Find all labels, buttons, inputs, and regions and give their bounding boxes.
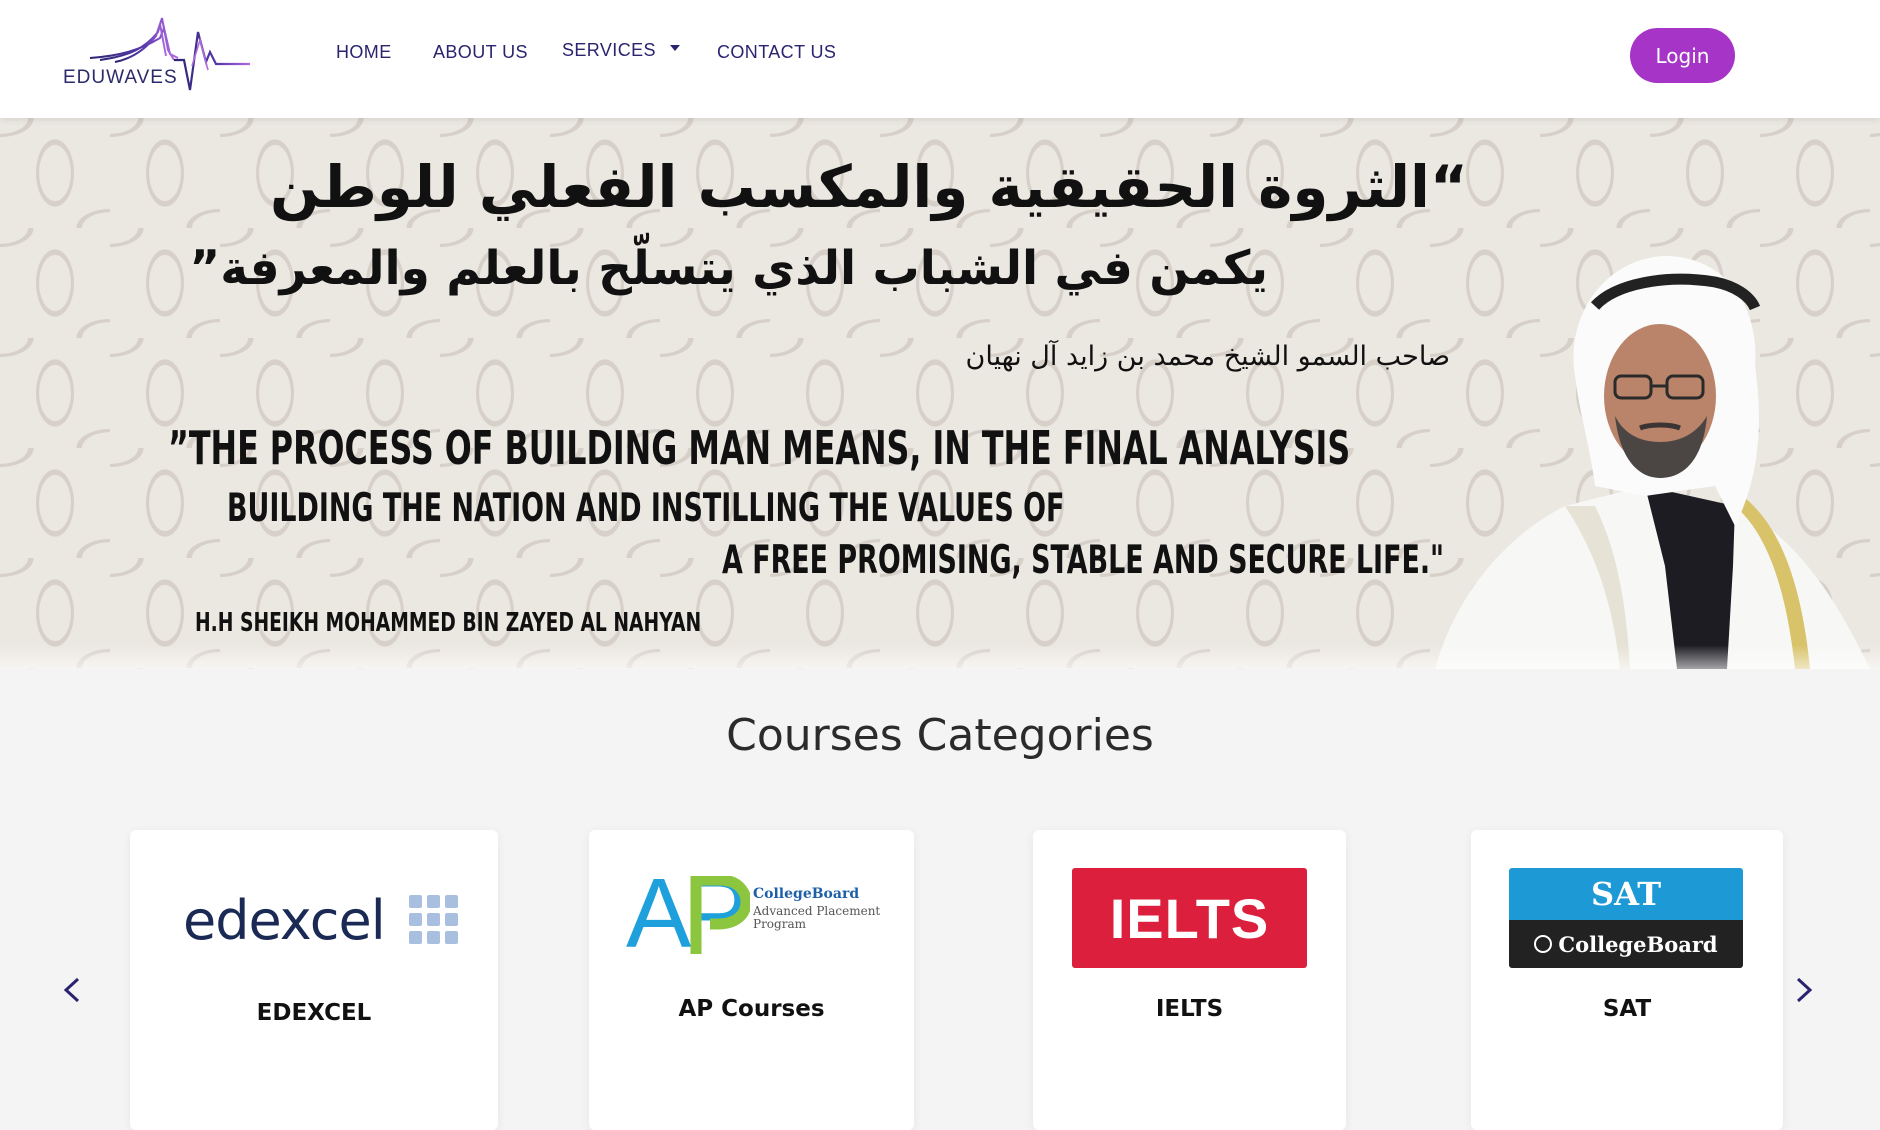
portrait-image <box>1435 256 1870 669</box>
ap-logo-subtitle: Advanced Placement Program <box>753 905 880 931</box>
hero-banner: “الثروة الحقيقية والمكسب الفعلي للوطن يك… <box>0 118 1880 669</box>
course-card-label: SAT <box>1602 996 1652 1022</box>
ielts-logo: IELTS <box>1072 868 1307 968</box>
nav-services-label: SERVICES <box>562 40 656 60</box>
eduwaves-logo[interactable]: EDUWAVES <box>60 10 255 98</box>
ap-logo-collegeboard: CollegeBoard <box>753 886 860 902</box>
logo-text: EDUWAVES <box>63 67 178 88</box>
nav-home[interactable]: HOME <box>336 42 392 63</box>
hero-english-quote-line1: ”THE PROCESS OF BUILDING MAN MEANS, IN T… <box>168 421 1351 475</box>
collegeboard-acorn-icon <box>1534 935 1553 953</box>
course-card-label: AP Courses <box>678 996 825 1022</box>
hero-arabic-attribution: صاحب السمو الشيخ محمد بن زايد آل نهيان <box>965 341 1450 372</box>
top-navbar: EDUWAVES HOME ABOUT US SERVICES CONTACT … <box>0 0 1880 118</box>
course-card-label: EDEXCEL <box>256 1000 372 1026</box>
chevron-right-icon[interactable] <box>1792 975 1816 1005</box>
nav-services[interactable]: SERVICES <box>562 40 680 61</box>
edexcel-logo-grid-icon <box>409 895 458 944</box>
hero-bottom-fade <box>0 645 1880 669</box>
ap-logo-subtitle-line2: Program <box>753 917 806 931</box>
hero-english-attribution: H.H SHEIKH MOHAMMED BIN ZAYED AL NAHYAN <box>195 608 702 638</box>
course-card-label: IELTS <box>1155 996 1224 1022</box>
nav-contact-us[interactable]: CONTACT US <box>717 42 836 63</box>
chevron-left-icon[interactable] <box>60 975 84 1005</box>
sat-logo-top: SAT <box>1509 868 1743 920</box>
ap-logo-p-overlay <box>690 876 750 954</box>
caret-down-icon <box>669 45 680 52</box>
nav-about-us[interactable]: ABOUT US <box>433 42 528 63</box>
hero-arabic-quote-line2: يكمن في الشباب الذي يتسلّح بالعلم والمعر… <box>189 241 1268 296</box>
course-card-edexcel[interactable]: EDEXCEL <box>130 830 498 1130</box>
hero-english-quote-line3: A FREE PROMISING, STABLE AND SECURE LIFE… <box>722 538 1445 583</box>
courses-section-title: Courses Categories <box>726 710 1154 761</box>
edexcel-logo-text: edexcel <box>183 889 386 952</box>
hero-english-quote-line2: BUILDING THE NATION AND INSTILLING THE V… <box>227 486 1065 531</box>
login-button[interactable]: Login <box>1630 28 1735 83</box>
sat-logo-bottom: CollegeBoard <box>1509 920 1743 968</box>
sat-logo-collegeboard: CollegeBoard <box>1558 931 1718 957</box>
hero-arabic-quote-line1: “الثروة الحقيقية والمكسب الفعلي للوطن <box>270 153 1468 221</box>
